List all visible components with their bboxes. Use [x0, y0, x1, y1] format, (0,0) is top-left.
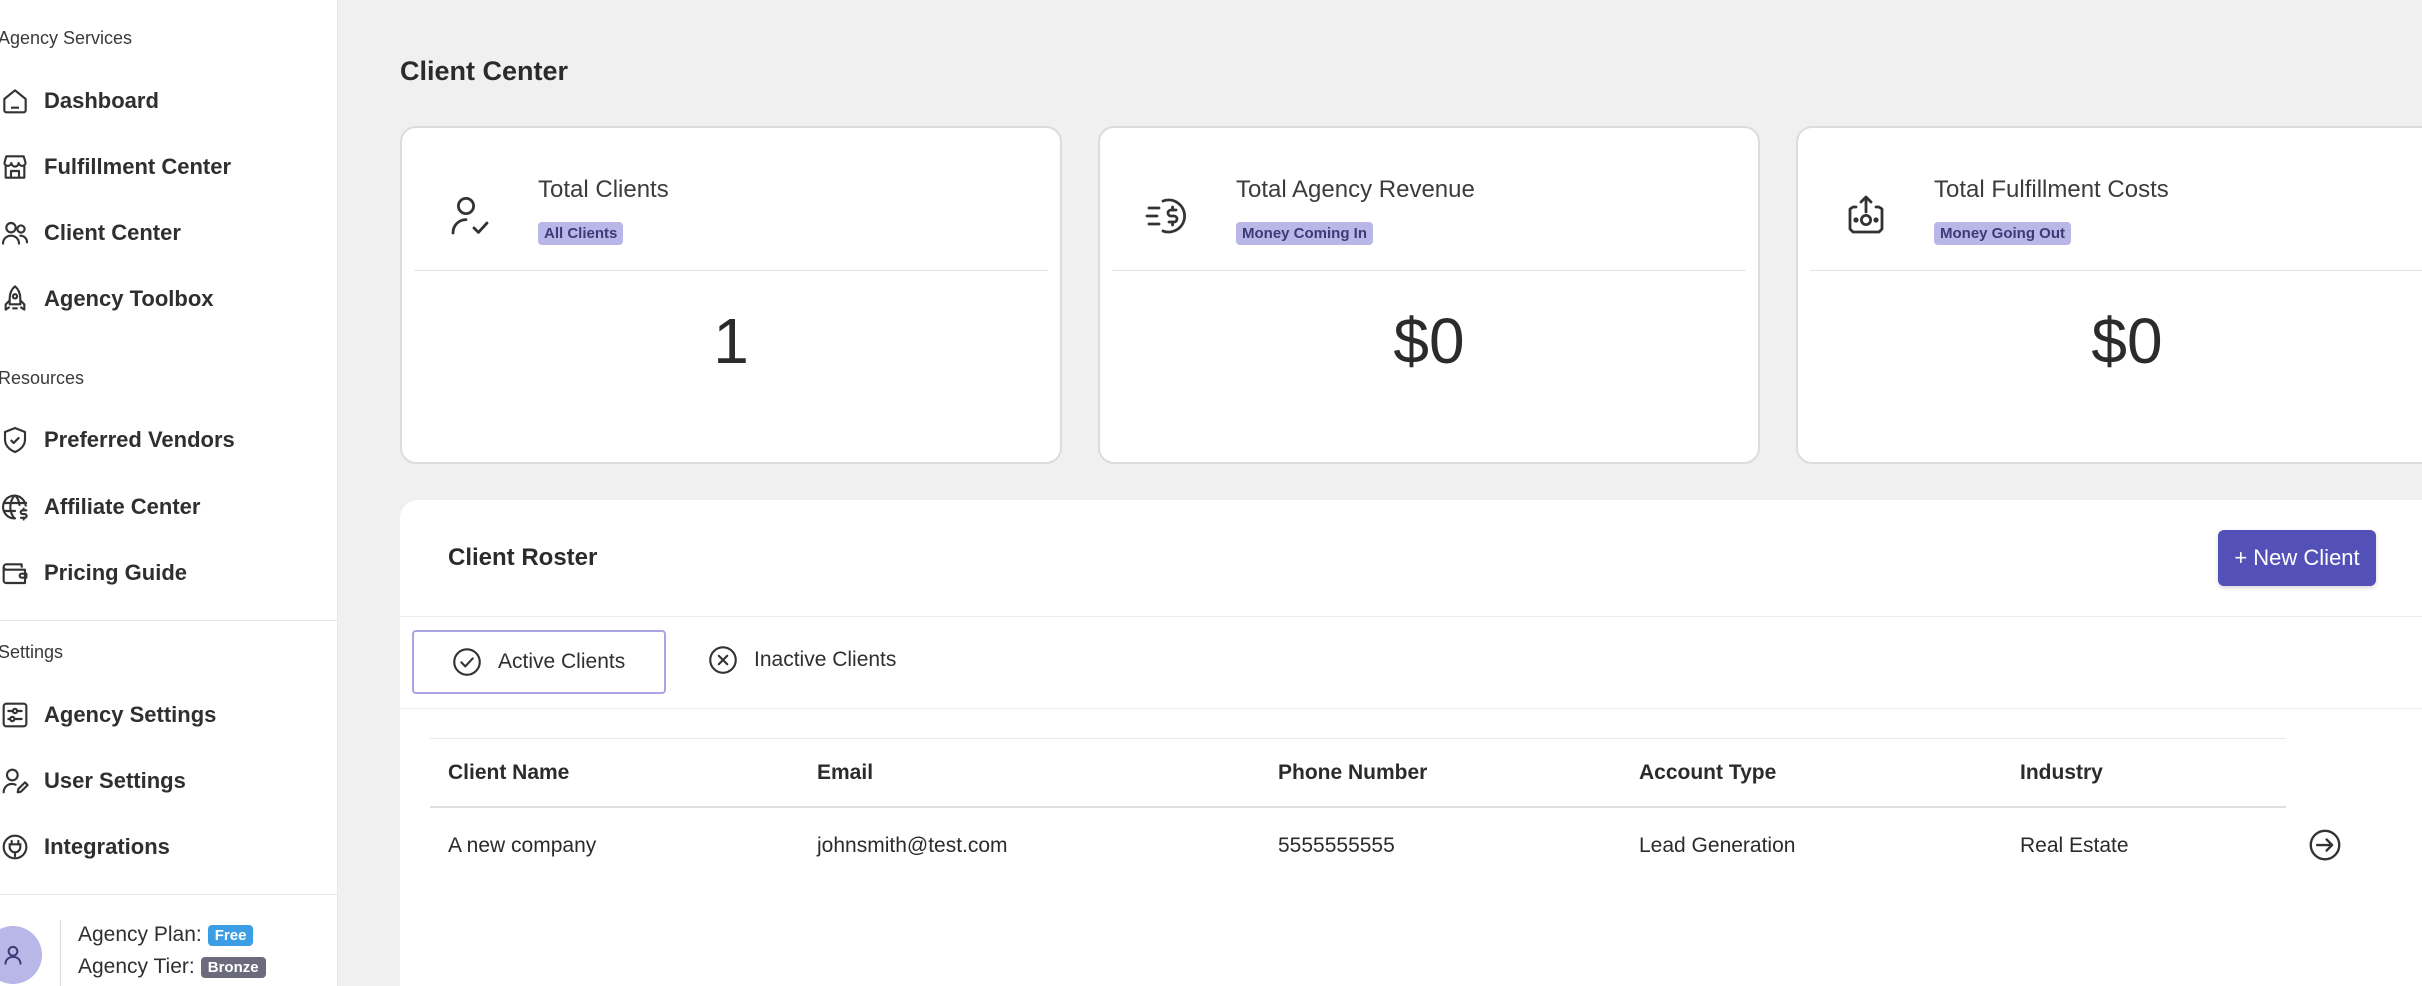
card-value: $0	[2091, 305, 2163, 377]
wallet-icon	[0, 556, 32, 590]
column-header-industry[interactable]: Industry	[2020, 761, 2103, 785]
cell-email: johnsmith@test.com	[817, 834, 1008, 857]
column-header-email[interactable]: Email	[817, 761, 873, 785]
sidebar-item-preferred-vendors[interactable]: Preferred Vendors	[0, 415, 330, 465]
new-client-button[interactable]: + New Client	[2218, 530, 2376, 586]
tier-badge: Bronze	[200, 956, 266, 978]
tab-label: Inactive Clients	[754, 648, 897, 671]
stat-card-total-agency-revenue: Total Agency Revenue Money Coming In $0	[1098, 126, 1760, 464]
sidebar-item-label: Pricing Guide	[44, 560, 188, 585]
section-label-settings: Settings	[0, 642, 64, 662]
rocket-icon	[0, 282, 32, 316]
cell-account-type: Lead Generation	[1639, 834, 1796, 857]
plug-icon	[0, 830, 32, 864]
sidebar-item-label: Client Center	[44, 220, 181, 245]
cell-client-name: A new company	[448, 834, 597, 857]
sidebar-item-label: Affiliate Center	[44, 494, 201, 519]
card-badge: All Clients	[538, 222, 624, 245]
roster-divider	[400, 616, 2422, 617]
card-title: Total Agency Revenue	[1236, 176, 1475, 203]
page-title: Client Center	[400, 56, 569, 86]
card-value: 1	[713, 305, 749, 377]
agency-tier: Agency Tier: Bronze	[78, 955, 266, 979]
sidebar-item-label: Agency Toolbox	[44, 286, 214, 311]
roster-title: Client Roster	[448, 544, 598, 571]
sliders-icon	[0, 698, 32, 732]
section-label-resources: Resources	[0, 368, 85, 388]
tab-active-clients[interactable]: Active Clients	[412, 630, 666, 694]
cell-phone-number: 5555555555	[1278, 834, 1395, 857]
card-title: Total Fulfillment Costs	[1934, 176, 2169, 203]
user-icon	[4, 945, 22, 965]
coin-dollar-icon	[1144, 192, 1192, 240]
agency-tier-label: Agency Tier:	[78, 955, 195, 978]
column-header-client-name[interactable]: Client Name	[448, 761, 569, 785]
sidebar-item-integrations[interactable]: Integrations	[0, 822, 330, 872]
card-badge: Money Coming In	[1236, 222, 1373, 245]
card-title: Total Clients	[538, 176, 669, 203]
user-edit-icon	[0, 764, 32, 798]
agency-plan: Agency Plan: Free	[78, 923, 254, 947]
sidebar-divider	[0, 894, 337, 895]
user-check-icon	[446, 192, 494, 240]
sidebar-item-pricing-guide[interactable]: Pricing Guide	[0, 548, 330, 598]
sidebar-item-user-settings[interactable]: User Settings	[0, 756, 330, 806]
clients-table: Client Name Email Phone Number Account T…	[430, 738, 2286, 882]
store-icon	[0, 150, 32, 184]
x-circle-icon	[709, 646, 737, 674]
sidebar-divider	[0, 620, 337, 621]
sidebar: Agency Services Dashboard Fulfillment Ce…	[0, 0, 338, 986]
stat-card-total-fulfillment-costs: Total Fulfillment Costs Money Going Out …	[1796, 126, 2422, 464]
sidebar-item-label: Preferred Vendors	[44, 427, 235, 452]
roster-divider	[400, 708, 2422, 709]
column-header-account-type[interactable]: Account Type	[1639, 761, 1776, 785]
money-out-icon	[1842, 192, 1890, 240]
sidebar-item-client-center[interactable]: Client Center	[0, 208, 330, 258]
shield-check-icon	[0, 423, 32, 457]
check-circle-icon	[453, 648, 481, 676]
sidebar-item-agency-settings[interactable]: Agency Settings	[0, 690, 330, 740]
users-icon	[0, 216, 32, 250]
home-icon	[0, 84, 32, 118]
table-header: Client Name Email Phone Number Account T…	[430, 738, 2286, 808]
card-divider	[414, 270, 1048, 271]
sidebar-item-label: Fulfillment Center	[44, 154, 232, 179]
card-value: $0	[1393, 305, 1465, 377]
card-divider	[1810, 270, 2422, 271]
plan-info: Agency Plan: Free Agency Tier: Bronze	[0, 920, 337, 986]
sidebar-item-label: Agency Settings	[44, 702, 217, 727]
avatar[interactable]	[0, 926, 42, 984]
table-row[interactable]: A new company johnsmith@test.com 5555555…	[430, 808, 2286, 882]
cell-industry: Real Estate	[2020, 834, 2129, 857]
card-divider	[1112, 270, 1746, 271]
section-label-agency-services: Agency Services	[0, 28, 133, 48]
column-header-phone-number[interactable]: Phone Number	[1278, 761, 1427, 785]
client-roster: Client Roster + New Client Active Client…	[400, 500, 2422, 986]
card-badge: Money Going Out	[1934, 222, 2071, 245]
globe-dollar-icon	[0, 490, 32, 524]
sidebar-item-fulfillment-center[interactable]: Fulfillment Center	[0, 142, 330, 192]
stat-card-total-clients: Total Clients All Clients 1	[400, 126, 1062, 464]
plan-badge: Free	[207, 924, 254, 946]
sidebar-item-label: User Settings	[44, 768, 186, 793]
open-client-icon[interactable]	[2306, 826, 2344, 864]
tab-label: Active Clients	[498, 650, 626, 673]
sidebar-item-label: Integrations	[44, 834, 170, 859]
sidebar-item-affiliate-center[interactable]: Affiliate Center	[0, 482, 330, 532]
sidebar-item-label: Dashboard	[44, 88, 159, 113]
plan-separator	[60, 920, 61, 986]
sidebar-item-dashboard[interactable]: Dashboard	[0, 76, 330, 126]
sidebar-item-agency-toolbox[interactable]: Agency Toolbox	[0, 274, 330, 324]
agency-plan-label: Agency Plan:	[78, 923, 202, 946]
tab-inactive-clients[interactable]: Inactive Clients	[706, 628, 896, 692]
